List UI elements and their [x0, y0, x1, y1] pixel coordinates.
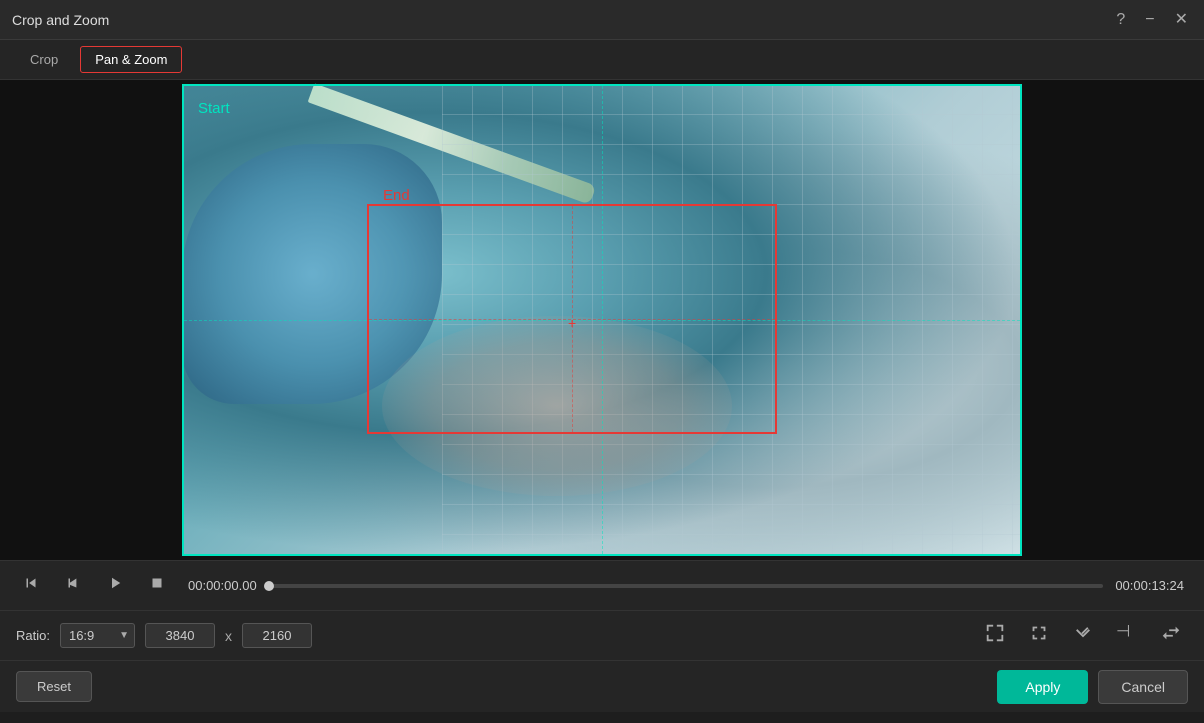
progress-indicator [264, 581, 274, 591]
dim-separator: x [225, 628, 232, 644]
playback-controls: 00:00:00.00 00:00:13:24 [0, 560, 1204, 610]
ratio-label: Ratio: [16, 628, 50, 643]
align-right-button[interactable] [1066, 618, 1100, 653]
cancel-button[interactable]: Cancel [1098, 670, 1188, 704]
ratio-select[interactable]: 16:9 4:3 1:1 9:16 Custom [60, 623, 135, 648]
help-button[interactable]: ? [1112, 8, 1129, 32]
action-buttons: Apply Cancel [997, 670, 1188, 704]
reset-button[interactable]: Reset [16, 671, 92, 702]
title-bar: Crop and Zoom ? − ✕ [0, 0, 1204, 40]
fullscreen-button[interactable] [1022, 618, 1056, 653]
tab-pan-zoom[interactable]: Pan & Zoom [80, 46, 182, 73]
current-time: 00:00:00.00 [188, 578, 257, 593]
end-time: 00:00:13:24 [1115, 578, 1184, 593]
ratio-select-wrapper: 16:9 4:3 1:1 9:16 Custom ▼ [60, 623, 135, 648]
tab-bar: Crop Pan & Zoom [0, 40, 1204, 80]
apply-button[interactable]: Apply [997, 670, 1088, 704]
stop-button[interactable] [142, 570, 172, 601]
progress-bar[interactable] [269, 584, 1104, 588]
swap-button[interactable] [1154, 618, 1188, 653]
width-input[interactable] [145, 623, 215, 648]
bottom-bar: Reset Apply Cancel [0, 660, 1204, 712]
close-button[interactable]: ✕ [1171, 8, 1192, 32]
end-crop-box[interactable]: End + [367, 204, 777, 434]
step-back-button[interactable] [16, 570, 46, 601]
end-center-marker: + [568, 315, 576, 323]
prev-frame-button[interactable] [58, 570, 88, 601]
play-button[interactable] [100, 570, 130, 601]
start-label: Start [198, 100, 230, 117]
video-canvas: Start End + [182, 84, 1022, 556]
title-bar-controls: ? − ✕ [1112, 8, 1192, 32]
video-area: Start End + [0, 80, 1204, 560]
window-title: Crop and Zoom [12, 12, 1112, 28]
height-input[interactable] [242, 623, 312, 648]
align-left-button[interactable]: ⊣ [1110, 618, 1144, 653]
tab-crop[interactable]: Crop [16, 47, 72, 72]
svg-text:⊣: ⊣ [1116, 623, 1130, 641]
fit-to-screen-button[interactable] [978, 618, 1012, 653]
ratio-bar: Ratio: 16:9 4:3 1:1 9:16 Custom ▼ x ⊣ [0, 610, 1204, 660]
minimize-button[interactable]: − [1141, 8, 1158, 32]
end-label: End [383, 187, 410, 204]
